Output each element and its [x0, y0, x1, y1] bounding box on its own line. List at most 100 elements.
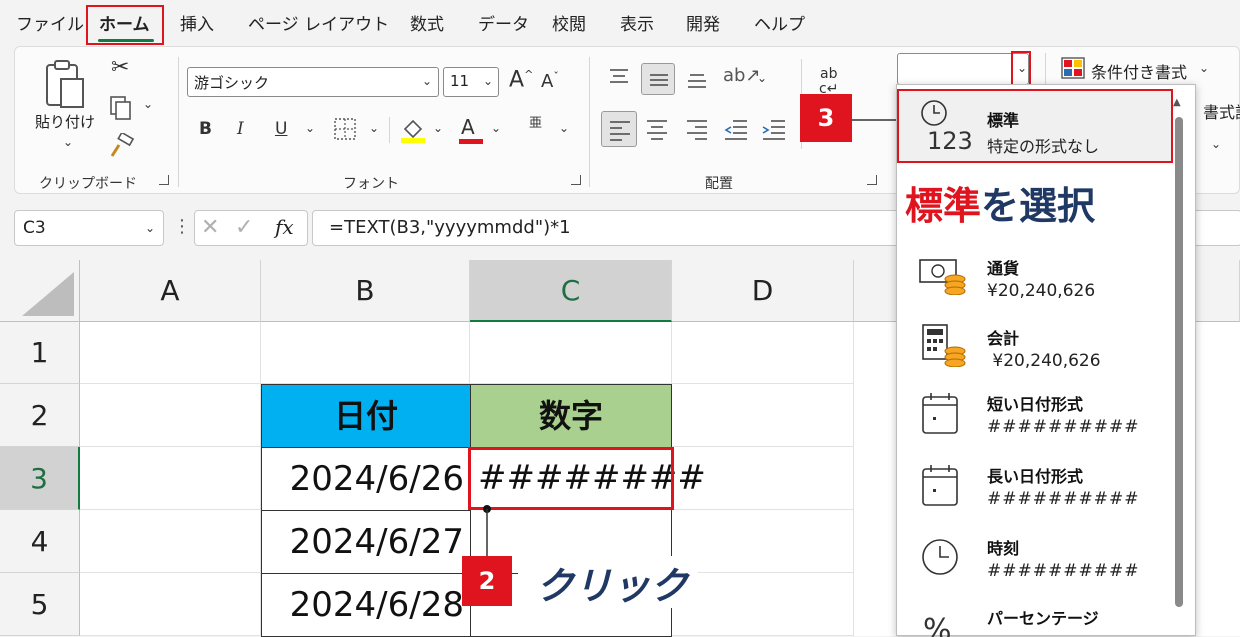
phonetic-chevron[interactable]: ⌄: [559, 121, 569, 135]
align-bottom-icon[interactable]: [685, 65, 709, 91]
cell-d2[interactable]: [672, 384, 854, 447]
cell-b1[interactable]: [261, 322, 470, 384]
row-header-4[interactable]: 4: [0, 510, 80, 573]
format-item-percentage[interactable]: % パーセンテージ: [897, 599, 1173, 637]
format-item-currency[interactable]: 通貨 ¥20,240,626: [897, 245, 1173, 311]
font-name-box[interactable]: 游ゴシック ⌄: [187, 67, 439, 97]
cell-a5[interactable]: [80, 573, 261, 636]
align-right-icon[interactable]: [685, 117, 709, 141]
paste-icon[interactable]: [43, 59, 87, 111]
decrease-font-size-icon[interactable]: Aˇ: [541, 71, 559, 91]
select-all-corner[interactable]: [0, 260, 80, 322]
font-size-chevron[interactable]: ⌄: [483, 74, 493, 88]
conditional-formatting-chevron[interactable]: ⌄: [1199, 61, 1209, 75]
column-header-c[interactable]: C: [470, 260, 672, 322]
tab-data[interactable]: データ: [478, 10, 529, 35]
cell-d1[interactable]: [672, 322, 854, 384]
select-annotation-blue: を選択: [981, 184, 1096, 228]
format-accounting-sub: ¥20,240,626: [987, 351, 1101, 371]
font-dialog-launcher[interactable]: [571, 175, 581, 185]
tab-view[interactable]: 表示: [620, 10, 654, 35]
tab-review[interactable]: 校閲: [552, 10, 586, 35]
fill-color-chevron[interactable]: ⌄: [433, 121, 443, 135]
format-item-accounting[interactable]: 会計 ¥20,240,626: [897, 315, 1173, 381]
insert-function-icon[interactable]: fx: [275, 215, 294, 239]
format-painter-icon[interactable]: [109, 133, 135, 159]
scroll-up-arrow-icon[interactable]: ▲: [1173, 97, 1181, 108]
increase-indent-icon[interactable]: [761, 117, 787, 141]
orientation-icon[interactable]: ab↗: [723, 67, 761, 85]
cell-c1[interactable]: [470, 322, 672, 384]
font-size-value: 11: [450, 72, 470, 90]
tab-page-layout[interactable]: ページ レイアウト: [248, 10, 389, 35]
row-header-3[interactable]: 3: [0, 447, 80, 510]
phonetic-guide-icon[interactable]: 亜: [529, 117, 542, 130]
group-separator: [389, 117, 390, 143]
orientation-chevron[interactable]: ⌄: [757, 71, 767, 85]
header-date-cell[interactable]: 日付: [261, 384, 471, 448]
enter-check-icon[interactable]: ✓: [235, 215, 253, 240]
column-header-d[interactable]: D: [672, 260, 854, 322]
tab-formulas[interactable]: 数式: [410, 10, 444, 35]
paste-dropdown-chevron[interactable]: ⌄: [63, 135, 73, 149]
format-item-long-date[interactable]: 長い日付形式 ##########: [897, 457, 1173, 523]
fill-color-icon[interactable]: [399, 115, 427, 143]
dropdown-scrollbar[interactable]: ▲: [1173, 97, 1185, 637]
copy-dropdown-chevron[interactable]: ⌄: [143, 97, 153, 111]
name-box-chevron[interactable]: ⌄: [145, 221, 155, 235]
format-as-table-label-partial[interactable]: 書式設: [1203, 99, 1240, 123]
border-icon[interactable]: [333, 117, 357, 141]
cell-a4[interactable]: [80, 510, 261, 573]
font-color-chevron[interactable]: ⌄: [491, 121, 501, 135]
number-format-box[interactable]: [897, 53, 1029, 85]
date-cell-b4[interactable]: 2024/6/27: [261, 510, 471, 574]
alignment-dialog-launcher[interactable]: [867, 175, 877, 185]
row-header-1[interactable]: 1: [0, 322, 80, 384]
bold-button[interactable]: B: [199, 121, 212, 138]
scrollbar-thumb[interactable]: [1175, 117, 1183, 607]
row-header-5[interactable]: 5: [0, 573, 80, 636]
row-header-2[interactable]: 2: [0, 384, 80, 447]
align-top-icon[interactable]: [607, 65, 631, 89]
copy-icon[interactable]: [109, 95, 133, 121]
italic-button[interactable]: I: [237, 121, 244, 138]
cell-d5[interactable]: [672, 573, 854, 636]
column-header-a[interactable]: A: [80, 260, 261, 322]
font-color-icon[interactable]: A: [461, 117, 475, 137]
cell-a1[interactable]: [80, 322, 261, 384]
tab-developer[interactable]: 開発: [686, 10, 720, 35]
step2-badge: 2: [462, 556, 512, 606]
tab-file[interactable]: ファイル: [16, 10, 84, 35]
active-tab-underline: [98, 39, 154, 42]
name-box[interactable]: C3 ⌄: [14, 210, 164, 246]
font-name-chevron[interactable]: ⌄: [422, 74, 432, 88]
align-middle-button[interactable]: [641, 63, 675, 95]
font-size-box[interactable]: 11 ⌄: [443, 67, 499, 97]
align-center-icon[interactable]: [645, 117, 669, 141]
cell-styles-chevron[interactable]: ⌄: [1211, 137, 1221, 151]
format-item-time[interactable]: 時刻 ##########: [897, 529, 1173, 595]
cut-icon[interactable]: ✂: [111, 57, 129, 79]
cell-d4[interactable]: [672, 510, 854, 573]
border-dropdown-chevron[interactable]: ⌄: [369, 121, 379, 135]
paste-label[interactable]: 貼り付け: [35, 111, 95, 132]
increase-font-size-icon[interactable]: A^: [509, 69, 533, 91]
format-accounting-title: 会計: [987, 329, 1020, 348]
tab-help[interactable]: ヘルプ: [754, 10, 805, 35]
date-cell-b5[interactable]: 2024/6/28: [261, 573, 471, 637]
clipboard-dialog-launcher[interactable]: [159, 175, 169, 185]
align-left-button[interactable]: [601, 111, 637, 147]
date-cell-b3[interactable]: 2024/6/26: [261, 447, 471, 511]
column-header-b[interactable]: B: [261, 260, 470, 322]
conditional-formatting-icon[interactable]: [1061, 57, 1085, 79]
cell-a2[interactable]: [80, 384, 261, 447]
cell-a3[interactable]: [80, 447, 261, 510]
tab-insert[interactable]: 挿入: [180, 10, 214, 35]
format-item-short-date[interactable]: 短い日付形式 ##########: [897, 385, 1173, 451]
decrease-indent-icon[interactable]: [723, 117, 749, 141]
conditional-formatting-label[interactable]: 条件付き書式: [1091, 59, 1187, 83]
underline-button[interactable]: U: [275, 121, 287, 138]
header-number-cell[interactable]: 数字: [470, 384, 672, 448]
cancel-icon[interactable]: ✕: [201, 215, 219, 240]
underline-dropdown-chevron[interactable]: ⌄: [305, 121, 315, 135]
